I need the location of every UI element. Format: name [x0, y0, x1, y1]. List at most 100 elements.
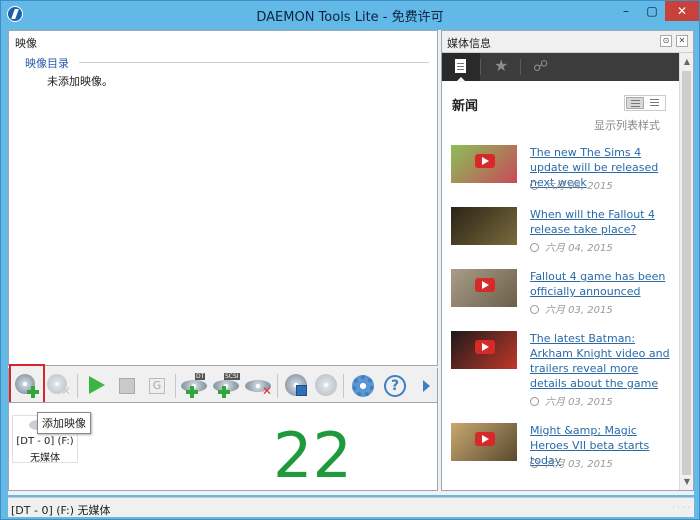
- status-text: [DT - 0] (F:) 无媒体: [11, 504, 111, 517]
- app-window: DAEMON Tools Lite - 免费许可 – ▢ ✕ 映像 映像目录 未…: [0, 0, 700, 520]
- more-button[interactable]: [413, 372, 441, 400]
- news-heading: 新闻: [452, 99, 479, 114]
- images-panel-title: 映像: [15, 37, 37, 50]
- news-date: 六月 03, 2015: [530, 393, 613, 408]
- remove-image-button[interactable]: ✕: [45, 372, 73, 400]
- unmount-button[interactable]: [113, 372, 141, 400]
- clock-icon: [530, 305, 539, 314]
- news-date: 六月 03, 2015: [530, 301, 613, 316]
- view-toggle: [624, 95, 666, 111]
- x-icon: ✕: [262, 384, 273, 398]
- stop-icon: [119, 378, 135, 394]
- star-icon: ★: [494, 56, 509, 75]
- news-thumbnail[interactable]: [451, 423, 517, 461]
- clock-icon: [530, 397, 539, 406]
- clock-icon: [530, 243, 539, 252]
- pin-icon[interactable]: ⊙: [660, 35, 672, 47]
- tab-favorites[interactable]: ★: [482, 53, 520, 81]
- x-icon: ✕: [61, 384, 72, 398]
- news-thumbnail[interactable]: [451, 145, 517, 183]
- news-date: 六月 04, 2015: [530, 177, 613, 192]
- panel-close-icon[interactable]: ✕: [676, 35, 688, 47]
- link-icon: ☍: [533, 57, 549, 75]
- video-play-icon: [475, 340, 495, 354]
- media-info-header: 媒体信息 ⊙ ✕: [442, 31, 693, 53]
- tab-links[interactable]: ☍: [522, 53, 560, 81]
- overlay-number: 22: [273, 419, 352, 492]
- gear-icon: [352, 375, 374, 397]
- news-date-text: 六月 03, 2015: [545, 459, 613, 470]
- mount-button[interactable]: [83, 372, 111, 400]
- media-scrollbar[interactable]: ▲ ▼: [679, 53, 693, 490]
- plus-icon: [218, 386, 230, 398]
- tab-divider: [480, 59, 481, 75]
- clock-icon: [530, 181, 539, 190]
- list-view-button[interactable]: [646, 97, 664, 109]
- news-date-text: 六月 04, 2015: [545, 243, 613, 254]
- news-thumbnail[interactable]: [451, 269, 517, 307]
- client-area: 映像 映像目录 未添加映像。 ✕ G DT SCSI ✕ ? [DT - 0] …: [8, 30, 694, 495]
- add-scsi-drive-button[interactable]: SCSI: [213, 372, 241, 400]
- scroll-up-icon[interactable]: ▲: [682, 57, 692, 67]
- remove-drive-button[interactable]: ✕: [245, 372, 273, 400]
- no-images-text: 未添加映像。: [47, 75, 113, 88]
- view-style-label[interactable]: 显示列表样式: [594, 117, 660, 133]
- disc-icon: [315, 374, 337, 396]
- media-tabs: ★ ☍: [442, 53, 679, 82]
- news-date-text: 六月 04, 2015: [545, 181, 613, 192]
- scsi-tag: SCSI: [224, 373, 240, 380]
- disc-button[interactable]: [313, 372, 341, 400]
- toolbar-separator: [343, 374, 344, 398]
- add-image-highlight: [9, 364, 45, 405]
- save-icon: [296, 385, 307, 396]
- video-play-icon: [475, 278, 495, 292]
- tile-view-button[interactable]: [626, 97, 644, 109]
- video-play-icon: [475, 432, 495, 446]
- video-play-icon: [475, 154, 495, 168]
- status-bar: [DT - 0] (F:) 无媒体 · · · ·: [8, 497, 694, 517]
- close-button[interactable]: ✕: [665, 1, 699, 21]
- toolbar: ✕ G DT SCSI ✕ ?: [8, 368, 438, 402]
- news-date: 六月 03, 2015: [530, 455, 613, 470]
- news-link[interactable]: Fallout 4 game has been officially annou…: [530, 269, 678, 299]
- news-thumbnail[interactable]: [451, 331, 517, 369]
- news-thumbnail[interactable]: [451, 207, 517, 245]
- grab-button[interactable]: G: [143, 372, 171, 400]
- watermark: · · · ·: [672, 503, 690, 512]
- maximize-button[interactable]: ▢: [639, 1, 665, 21]
- drive-name: [DT - 0] (F:): [16, 436, 74, 447]
- news-link[interactable]: The latest Batman: Arkham Knight video a…: [530, 331, 678, 391]
- write-image-button[interactable]: [283, 372, 311, 400]
- tab-news[interactable]: [442, 53, 480, 82]
- toolbar-separator: [77, 374, 78, 398]
- image-catalog-label[interactable]: 映像目录: [25, 55, 69, 71]
- drive-status: 无媒体: [30, 453, 60, 464]
- toolbar-separator: [175, 374, 176, 398]
- add-image-tooltip: 添加映像: [37, 412, 91, 434]
- help-icon: ?: [384, 375, 406, 397]
- active-tab-indicator: [456, 77, 466, 82]
- news-date: 六月 04, 2015: [530, 239, 613, 254]
- tab-divider: [520, 59, 521, 75]
- play-icon: [89, 376, 105, 394]
- plus-icon: [186, 386, 198, 398]
- scroll-thumb[interactable]: [682, 71, 691, 475]
- document-icon: [455, 59, 466, 73]
- minimize-button[interactable]: –: [613, 1, 639, 21]
- images-panel: 映像 映像目录 未添加映像。: [8, 30, 438, 366]
- settings-button[interactable]: [349, 372, 377, 400]
- title-bar: DAEMON Tools Lite - 免费许可 – ▢ ✕: [1, 1, 699, 27]
- clock-icon: [530, 459, 539, 468]
- scroll-down-icon[interactable]: ▼: [682, 477, 692, 487]
- media-info-panel: 媒体信息 ⊙ ✕ ★ ☍ ▲ ▼ 新闻 显示列表样式 The new The S…: [441, 30, 694, 491]
- help-button[interactable]: ?: [381, 372, 409, 400]
- dt-tag: DT: [195, 373, 206, 380]
- add-dt-drive-button[interactable]: DT: [181, 372, 209, 400]
- media-info-title: 媒体信息: [447, 37, 491, 50]
- g-icon: G: [149, 378, 165, 394]
- news-link[interactable]: When will the Fallout 4 release take pla…: [530, 207, 678, 237]
- window-title: DAEMON Tools Lite - 免费许可: [256, 10, 444, 25]
- news-date-text: 六月 03, 2015: [545, 397, 613, 408]
- toolbar-separator: [277, 374, 278, 398]
- news-date-text: 六月 03, 2015: [545, 305, 613, 316]
